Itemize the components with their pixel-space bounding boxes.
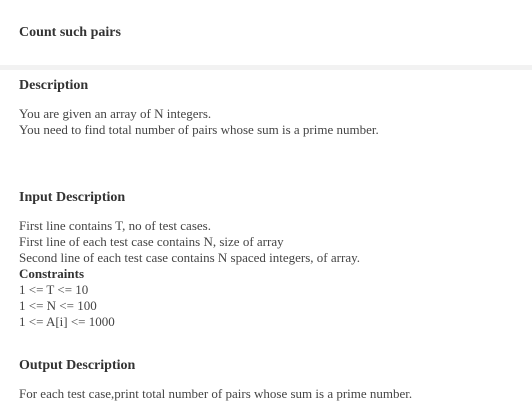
input-description-line: Second line of each test case contains N… bbox=[19, 250, 360, 265]
constraints-heading: Constraints bbox=[19, 266, 85, 281]
description-line: You are given an array of N integers. bbox=[19, 106, 212, 121]
description-line: You need to find total number of pairs w… bbox=[19, 122, 379, 137]
constraint-line: 1 <= T <= 10 bbox=[19, 282, 89, 297]
input-description-line: First line contains T, no of test cases. bbox=[19, 218, 211, 233]
input-description-heading: Input Description bbox=[19, 190, 126, 205]
problem-title: Count such pairs bbox=[19, 25, 121, 40]
constraint-line: 1 <= N <= 100 bbox=[19, 298, 97, 313]
constraint-line: 1 <= A[i] <= 1000 bbox=[19, 314, 115, 329]
input-description-line: First line of each test case contains N,… bbox=[19, 234, 284, 249]
problem-header: Count such pairs bbox=[0, 0, 532, 70]
output-description-heading: Output Description bbox=[19, 358, 136, 373]
output-description-line: For each test case,print total number of… bbox=[19, 386, 413, 401]
description-heading: Description bbox=[19, 78, 89, 93]
